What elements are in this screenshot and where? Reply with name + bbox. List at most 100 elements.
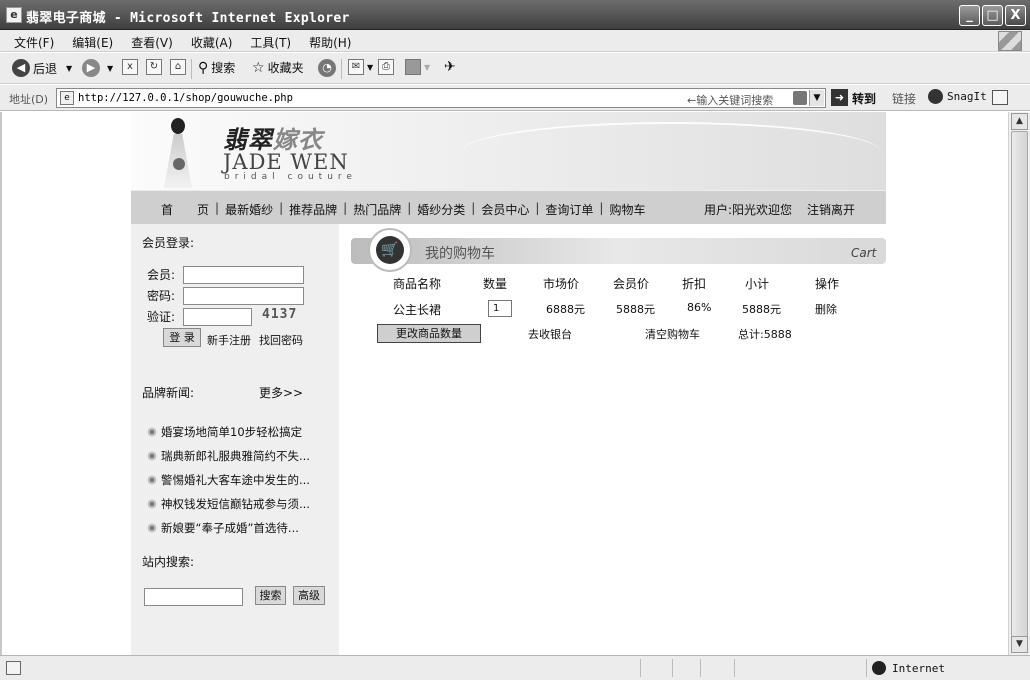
- update-quantity-button[interactable]: 更改商品数量: [377, 324, 481, 343]
- recover-password-link[interactable]: 找回密码: [259, 332, 303, 348]
- news-item[interactable]: 婚宴场地简单10步轻松搞定: [147, 420, 327, 444]
- nav-member-center[interactable]: 会员中心: [481, 201, 529, 218]
- status-bar: Internet: [0, 655, 1030, 680]
- back-dropdown-icon[interactable]: ▼: [66, 64, 72, 73]
- address-input[interactable]: e http://127.0.0.1/shop/gouwuche.php ←输入…: [56, 88, 826, 108]
- ie-page-icon: e: [6, 7, 22, 23]
- history-icon[interactable]: ◔: [318, 59, 336, 77]
- password-label: 密码:: [147, 289, 176, 303]
- back-arrow-icon: ◀: [12, 59, 30, 77]
- quantity-input[interactable]: 1: [488, 300, 512, 317]
- nav-order-query[interactable]: 查询订单: [545, 201, 593, 218]
- menu-help[interactable]: 帮助(H): [309, 34, 351, 51]
- login-button[interactable]: 登 录: [163, 328, 201, 347]
- address-bar: 地址(D) e http://127.0.0.1/shop/gouwuche.p…: [0, 85, 1030, 111]
- brand-news-title: 品牌新闻:: [142, 386, 195, 400]
- back-button[interactable]: ◀ 后退 ▼: [12, 59, 72, 77]
- forward-arrow-icon: ▶: [82, 59, 100, 77]
- close-button[interactable]: X: [1005, 5, 1026, 26]
- address-url[interactable]: http://127.0.0.1/shop/gouwuche.php: [78, 92, 293, 104]
- globe-icon: [872, 661, 886, 675]
- news-item[interactable]: 神权钱发短信巅钻戒参与须...: [147, 492, 327, 516]
- nav-home[interactable]: 首 页: [161, 201, 209, 218]
- menu-view[interactable]: 查看(V): [131, 34, 173, 51]
- nav-hot-brands[interactable]: 热门品牌: [353, 201, 401, 218]
- scroll-up-icon[interactable]: ▲: [1011, 113, 1028, 130]
- go-arrow-icon[interactable]: ➜: [831, 89, 848, 106]
- site-header: 翡翠嫁衣 JADE WEN bridal couture: [131, 112, 886, 190]
- checkout-link[interactable]: 去收银台: [528, 326, 572, 342]
- snagit-capture-icon[interactable]: [992, 90, 1008, 105]
- shopping-cart-icon: 🛒: [376, 236, 404, 264]
- favorites-button[interactable]: ☆ 收藏夹: [252, 59, 304, 76]
- edit-icon[interactable]: [405, 59, 421, 75]
- site-search-input[interactable]: [144, 588, 243, 606]
- windows-logo-icon: [998, 31, 1022, 51]
- news-item[interactable]: 警惕婚礼大客车途中发生的...: [147, 468, 327, 492]
- menubar: 文件(F) 编辑(E) 查看(V) 收藏(A) 工具(T) 帮助(H): [0, 30, 1030, 52]
- forward-button[interactable]: ▶ ▼: [82, 59, 113, 77]
- nav-dress-categories[interactable]: 婚纱分类: [417, 201, 465, 218]
- nav-shopping-cart[interactable]: 购物车: [609, 201, 645, 218]
- scroll-thumb[interactable]: [1011, 131, 1028, 637]
- go-button[interactable]: 转到: [852, 90, 876, 107]
- menu-tools[interactable]: 工具(T): [250, 34, 291, 51]
- search-label: 搜索: [211, 61, 236, 75]
- page-icon: e: [60, 91, 74, 105]
- verify-input[interactable]: [183, 308, 252, 326]
- news-item[interactable]: 瑞典新郎礼服典雅简约不失...: [147, 444, 327, 468]
- site-search-button[interactable]: 搜索: [255, 586, 286, 605]
- col-quantity: 数量: [483, 277, 508, 291]
- scroll-down-icon[interactable]: ▼: [1011, 636, 1028, 653]
- password-input[interactable]: [183, 287, 304, 305]
- cart-badge: 🛒: [368, 228, 412, 272]
- links-label[interactable]: 链接: [892, 90, 916, 107]
- cart-title: 我的购物车: [425, 246, 495, 262]
- search-button[interactable]: ⚲ 搜索: [198, 59, 235, 76]
- logo-subtitle: bridal couture: [224, 172, 357, 182]
- logo-english: JADE WEN: [223, 150, 349, 174]
- user-greeting: 用户:阳光欢迎您: [704, 203, 793, 217]
- site-search-title: 站内搜索:: [142, 555, 195, 569]
- site-container: 翡翠嫁衣 JADE WEN bridal couture 首 页 | 最新婚纱 …: [131, 112, 886, 655]
- messenger-icon[interactable]: ✈: [444, 59, 456, 75]
- status-divider: [700, 659, 701, 677]
- member-input[interactable]: [183, 266, 304, 284]
- menu-favorites[interactable]: 收藏(A): [191, 34, 233, 51]
- menu-file[interactable]: 文件(F): [14, 34, 54, 51]
- advanced-search-button[interactable]: 高级: [293, 586, 325, 605]
- flower-bullet-icon: [147, 427, 157, 437]
- address-dropdown-icon[interactable]: ▼: [809, 90, 824, 106]
- nav-latest-dresses[interactable]: 最新婚纱: [225, 201, 273, 218]
- menu-edit[interactable]: 编辑(E): [72, 34, 113, 51]
- mail-icon[interactable]: ✉: [348, 59, 364, 75]
- snagit-button[interactable]: SnagIt: [928, 89, 987, 104]
- status-divider: [866, 659, 867, 677]
- news-list: 婚宴场地简单10步轻松搞定 瑞典新郎礼服典雅简约不失... 警惕婚礼大客车途中发…: [147, 420, 327, 540]
- nav-recommended-brands[interactable]: 推荐品牌: [289, 201, 337, 218]
- refresh-icon[interactable]: ↻: [146, 59, 162, 75]
- print-icon[interactable]: ⎙: [378, 59, 394, 75]
- site-nav: 首 页 | 最新婚纱 | 推荐品牌 | 热门品牌 | 婚纱分类 | 会员中心 |…: [131, 190, 886, 224]
- member-label: 会员:: [147, 268, 176, 282]
- nav-separator: |: [599, 201, 604, 215]
- maximize-button[interactable]: □: [982, 5, 1003, 26]
- security-zone: Internet: [872, 661, 945, 675]
- bride-logo-image: [161, 118, 195, 188]
- news-item[interactable]: 新娘要“奉子成婚”首选待...: [147, 516, 327, 540]
- register-link[interactable]: 新手注册: [207, 332, 251, 348]
- flower-bullet-icon: [147, 451, 157, 461]
- forward-dropdown-icon[interactable]: ▼: [107, 64, 113, 73]
- home-icon[interactable]: ⌂: [170, 59, 186, 75]
- keyword-search-icon[interactable]: [793, 91, 807, 105]
- delete-item-link[interactable]: 删除: [815, 301, 837, 317]
- cart-item-name: 公主长裙: [393, 303, 442, 317]
- minimize-button[interactable]: _: [959, 5, 980, 26]
- news-more-link[interactable]: 更多>>: [259, 384, 303, 401]
- clear-cart-link[interactable]: 清空购物车: [645, 326, 700, 342]
- stop-icon[interactable]: x: [122, 59, 138, 75]
- logout-link[interactable]: 注销离开: [807, 201, 855, 218]
- vertical-scrollbar[interactable]: ▲ ▼: [1008, 112, 1030, 655]
- header-decoration: [461, 122, 881, 182]
- status-divider: [640, 659, 641, 677]
